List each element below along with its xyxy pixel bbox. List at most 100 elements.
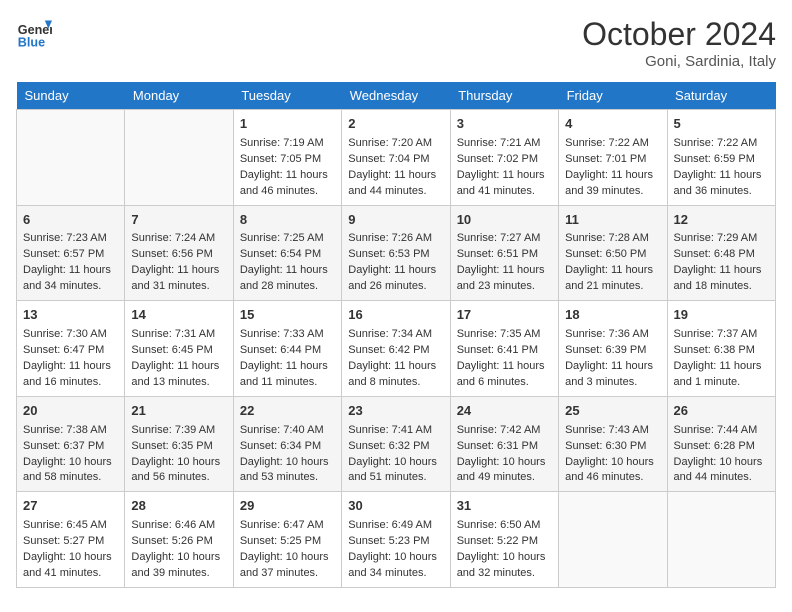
daylight-text: Daylight: 11 hours and 21 minutes. <box>565 263 660 295</box>
day-number: 18 <box>565 306 660 325</box>
daylight-text: Daylight: 11 hours and 23 minutes. <box>457 263 552 295</box>
sunrise-text: Sunrise: 7:20 AM <box>348 136 443 152</box>
sunrise-text: Sunrise: 7:36 AM <box>565 327 660 343</box>
sunset-text: Sunset: 5:27 PM <box>23 534 118 550</box>
sunrise-text: Sunrise: 7:40 AM <box>240 423 335 439</box>
page-header: General Blue October 2024 Goni, Sardinia… <box>16 16 776 70</box>
day-number: 19 <box>674 306 769 325</box>
sunset-text: Sunset: 6:48 PM <box>674 247 769 263</box>
sunrise-text: Sunrise: 7:27 AM <box>457 231 552 247</box>
day-number: 5 <box>674 115 769 134</box>
daylight-text: Daylight: 11 hours and 44 minutes. <box>348 168 443 200</box>
sunset-text: Sunset: 6:54 PM <box>240 247 335 263</box>
sunset-text: Sunset: 6:35 PM <box>131 439 226 455</box>
daylight-text: Daylight: 11 hours and 16 minutes. <box>23 359 118 391</box>
daylight-text: Daylight: 11 hours and 26 minutes. <box>348 263 443 295</box>
calendar-cell: 5Sunrise: 7:22 AMSunset: 6:59 PMDaylight… <box>667 110 775 206</box>
calendar-cell: 23Sunrise: 7:41 AMSunset: 6:32 PMDayligh… <box>342 396 450 492</box>
day-number: 29 <box>240 497 335 516</box>
day-number: 20 <box>23 402 118 421</box>
sunrise-text: Sunrise: 7:41 AM <box>348 423 443 439</box>
day-of-week-header: Saturday <box>667 82 775 110</box>
sunrise-text: Sunrise: 7:42 AM <box>457 423 552 439</box>
calendar-cell: 4Sunrise: 7:22 AMSunset: 7:01 PMDaylight… <box>559 110 667 206</box>
calendar-cell: 26Sunrise: 7:44 AMSunset: 6:28 PMDayligh… <box>667 396 775 492</box>
sunset-text: Sunset: 6:42 PM <box>348 343 443 359</box>
sunset-text: Sunset: 6:32 PM <box>348 439 443 455</box>
calendar-cell: 20Sunrise: 7:38 AMSunset: 6:37 PMDayligh… <box>17 396 125 492</box>
calendar-cell: 14Sunrise: 7:31 AMSunset: 6:45 PMDayligh… <box>125 301 233 397</box>
daylight-text: Daylight: 10 hours and 37 minutes. <box>240 550 335 582</box>
sunset-text: Sunset: 6:38 PM <box>674 343 769 359</box>
day-number: 4 <box>565 115 660 134</box>
sunrise-text: Sunrise: 7:29 AM <box>674 231 769 247</box>
day-number: 1 <box>240 115 335 134</box>
day-number: 30 <box>348 497 443 516</box>
day-number: 26 <box>674 402 769 421</box>
calendar-cell: 24Sunrise: 7:42 AMSunset: 6:31 PMDayligh… <box>450 396 558 492</box>
sunset-text: Sunset: 7:02 PM <box>457 152 552 168</box>
daylight-text: Daylight: 11 hours and 41 minutes. <box>457 168 552 200</box>
sunrise-text: Sunrise: 7:22 AM <box>674 136 769 152</box>
month-title: October 2024 <box>582 16 776 53</box>
day-of-week-header: Wednesday <box>342 82 450 110</box>
sunset-text: Sunset: 6:44 PM <box>240 343 335 359</box>
day-number: 9 <box>348 211 443 230</box>
day-number: 14 <box>131 306 226 325</box>
day-number: 11 <box>565 211 660 230</box>
sunset-text: Sunset: 5:25 PM <box>240 534 335 550</box>
day-number: 25 <box>565 402 660 421</box>
calendar-cell: 10Sunrise: 7:27 AMSunset: 6:51 PMDayligh… <box>450 205 558 301</box>
sunrise-text: Sunrise: 7:33 AM <box>240 327 335 343</box>
sunrise-text: Sunrise: 7:21 AM <box>457 136 552 152</box>
calendar-cell: 15Sunrise: 7:33 AMSunset: 6:44 PMDayligh… <box>233 301 341 397</box>
day-number: 16 <box>348 306 443 325</box>
daylight-text: Daylight: 11 hours and 31 minutes. <box>131 263 226 295</box>
sunrise-text: Sunrise: 7:25 AM <box>240 231 335 247</box>
calendar-cell: 22Sunrise: 7:40 AMSunset: 6:34 PMDayligh… <box>233 396 341 492</box>
calendar-cell: 16Sunrise: 7:34 AMSunset: 6:42 PMDayligh… <box>342 301 450 397</box>
day-number: 21 <box>131 402 226 421</box>
sunset-text: Sunset: 6:45 PM <box>131 343 226 359</box>
calendar-cell: 18Sunrise: 7:36 AMSunset: 6:39 PMDayligh… <box>559 301 667 397</box>
daylight-text: Daylight: 10 hours and 51 minutes. <box>348 455 443 487</box>
daylight-text: Daylight: 10 hours and 49 minutes. <box>457 455 552 487</box>
logo: General Blue <box>16 16 52 52</box>
day-number: 7 <box>131 211 226 230</box>
sunrise-text: Sunrise: 7:30 AM <box>23 327 118 343</box>
calendar-cell: 17Sunrise: 7:35 AMSunset: 6:41 PMDayligh… <box>450 301 558 397</box>
daylight-text: Daylight: 11 hours and 34 minutes. <box>23 263 118 295</box>
daylight-text: Daylight: 11 hours and 28 minutes. <box>240 263 335 295</box>
daylight-text: Daylight: 11 hours and 3 minutes. <box>565 359 660 391</box>
daylight-text: Daylight: 11 hours and 39 minutes. <box>565 168 660 200</box>
daylight-text: Daylight: 11 hours and 6 minutes. <box>457 359 552 391</box>
daylight-text: Daylight: 11 hours and 1 minute. <box>674 359 769 391</box>
calendar-cell: 12Sunrise: 7:29 AMSunset: 6:48 PMDayligh… <box>667 205 775 301</box>
day-number: 6 <box>23 211 118 230</box>
sunset-text: Sunset: 7:01 PM <box>565 152 660 168</box>
calendar-cell <box>559 492 667 588</box>
sunrise-text: Sunrise: 6:46 AM <box>131 518 226 534</box>
day-of-week-header: Thursday <box>450 82 558 110</box>
calendar-cell: 3Sunrise: 7:21 AMSunset: 7:02 PMDaylight… <box>450 110 558 206</box>
sunrise-text: Sunrise: 7:34 AM <box>348 327 443 343</box>
sunrise-text: Sunrise: 6:45 AM <box>23 518 118 534</box>
sunset-text: Sunset: 6:47 PM <box>23 343 118 359</box>
sunrise-text: Sunrise: 7:26 AM <box>348 231 443 247</box>
daylight-text: Daylight: 11 hours and 11 minutes. <box>240 359 335 391</box>
sunrise-text: Sunrise: 7:31 AM <box>131 327 226 343</box>
daylight-text: Daylight: 11 hours and 18 minutes. <box>674 263 769 295</box>
sunset-text: Sunset: 6:50 PM <box>565 247 660 263</box>
location-title: Goni, Sardinia, Italy <box>582 53 776 70</box>
day-of-week-header: Tuesday <box>233 82 341 110</box>
daylight-text: Daylight: 10 hours and 46 minutes. <box>565 455 660 487</box>
day-of-week-header: Monday <box>125 82 233 110</box>
daylight-text: Daylight: 11 hours and 46 minutes. <box>240 168 335 200</box>
sunset-text: Sunset: 6:34 PM <box>240 439 335 455</box>
sunrise-text: Sunrise: 7:37 AM <box>674 327 769 343</box>
daylight-text: Daylight: 10 hours and 41 minutes. <box>23 550 118 582</box>
sunset-text: Sunset: 6:59 PM <box>674 152 769 168</box>
sunrise-text: Sunrise: 7:39 AM <box>131 423 226 439</box>
day-number: 22 <box>240 402 335 421</box>
calendar-cell: 9Sunrise: 7:26 AMSunset: 6:53 PMDaylight… <box>342 205 450 301</box>
